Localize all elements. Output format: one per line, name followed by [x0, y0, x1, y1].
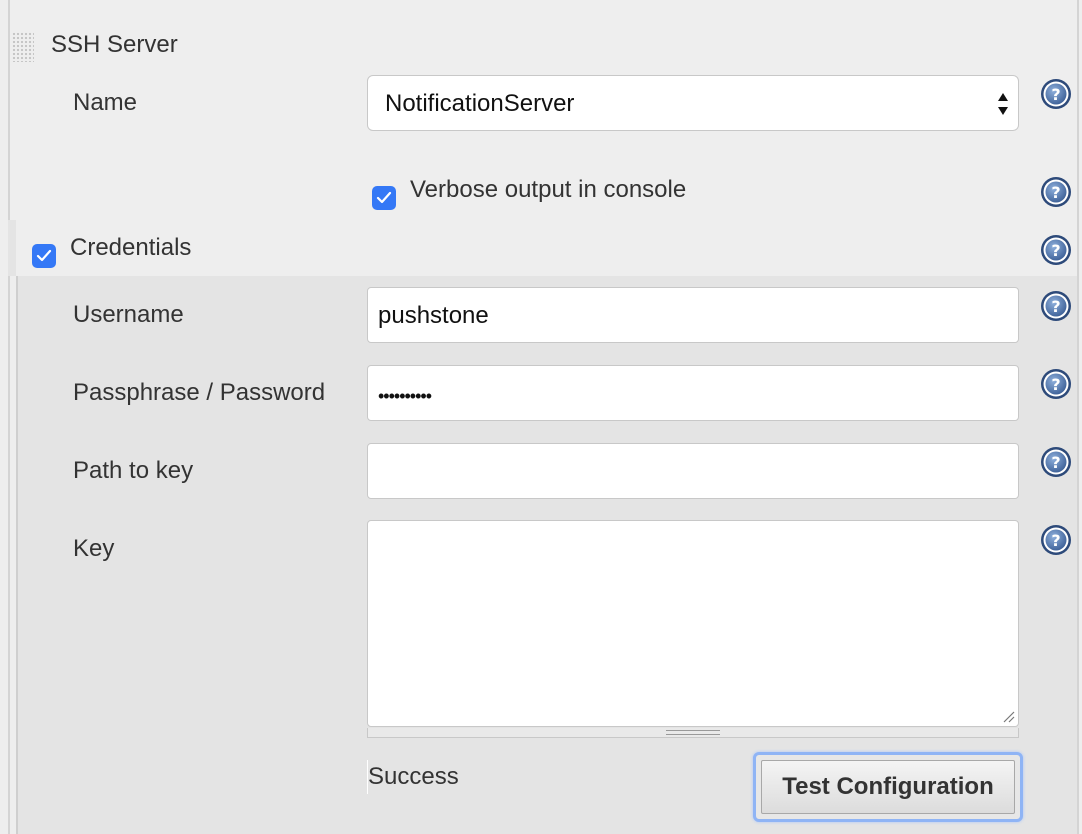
name-select-value: NotificationServer — [385, 90, 575, 117]
password-value: •••••••••• — [378, 386, 432, 406]
name-select[interactable]: NotificationServer — [367, 75, 1019, 131]
verbose-label: Verbose output in console — [410, 176, 687, 203]
help-icon[interactable]: ? — [1040, 368, 1072, 400]
select-arrows-icon — [998, 93, 1008, 115]
drag-handle-icon[interactable] — [12, 32, 34, 62]
left-border — [8, 0, 10, 834]
right-border — [1077, 0, 1079, 834]
checkmark-icon — [376, 191, 392, 204]
test-configuration-label: Test Configuration — [761, 760, 1015, 814]
svg-text:?: ? — [1051, 531, 1060, 550]
key-label: Key — [73, 535, 115, 562]
section-title: SSH Server — [51, 31, 178, 58]
username-input[interactable]: pushstone — [367, 287, 1019, 343]
help-icon[interactable]: ? — [1040, 176, 1072, 208]
resize-handle-icon — [666, 730, 720, 735]
checkmark-icon — [36, 249, 52, 262]
name-label: Name — [73, 89, 138, 116]
help-icon[interactable]: ? — [1040, 446, 1072, 478]
username-value: pushstone — [378, 302, 489, 329]
credentials-label: Credentials — [70, 234, 192, 261]
help-icon[interactable]: ? — [1040, 524, 1072, 556]
textarea-resize-bar[interactable] — [367, 728, 1019, 738]
path-to-key-label: Path to key — [73, 457, 194, 484]
credentials-indent-strip — [8, 220, 16, 276]
status-text: Success — [368, 763, 459, 790]
help-icon[interactable]: ? — [1040, 290, 1072, 322]
credentials-checkbox[interactable] — [32, 244, 56, 268]
test-configuration-button[interactable]: Test Configuration — [753, 752, 1023, 822]
username-label: Username — [73, 301, 184, 328]
svg-text:?: ? — [1051, 85, 1060, 104]
key-textarea[interactable] — [367, 520, 1019, 727]
verbose-checkbox[interactable] — [372, 186, 396, 210]
path-to-key-input[interactable] — [367, 443, 1019, 499]
svg-text:?: ? — [1051, 241, 1060, 260]
password-input[interactable]: •••••••••• — [367, 365, 1019, 421]
password-label: Passphrase / Password — [73, 379, 326, 406]
svg-text:?: ? — [1051, 183, 1060, 202]
svg-text:?: ? — [1051, 375, 1060, 394]
help-icon[interactable]: ? — [1040, 234, 1072, 266]
svg-text:?: ? — [1051, 453, 1060, 472]
help-icon[interactable]: ? — [1040, 78, 1072, 110]
resize-grip-icon[interactable] — [1001, 709, 1015, 723]
svg-text:?: ? — [1051, 297, 1060, 316]
